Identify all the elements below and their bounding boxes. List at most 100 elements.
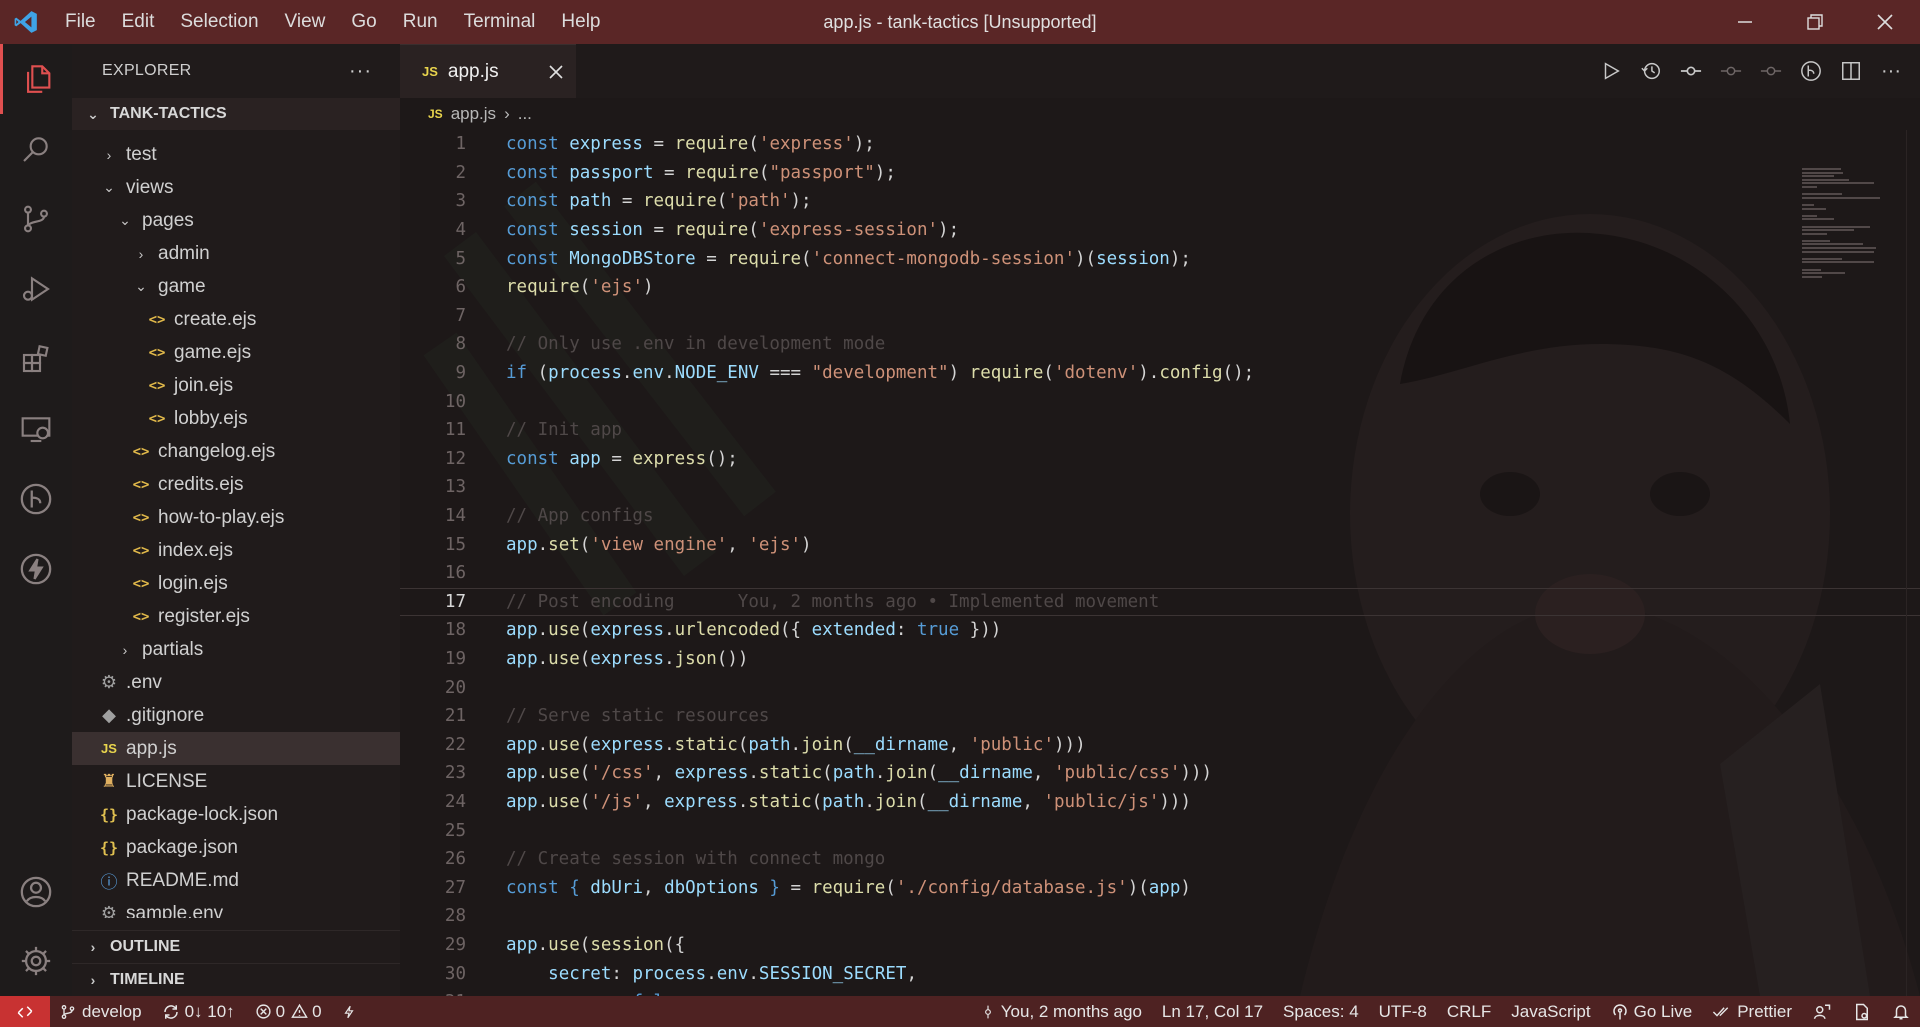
previous-revision-button[interactable] [1718,58,1744,84]
code-line[interactable]: 24 app.use('/js', express.static(path.joi… [400,788,1920,817]
code-editor[interactable]: 1 const express = require('express'); 2 con… [400,130,1920,996]
open-changes-button[interactable] [1638,58,1664,84]
tree-file[interactable]: ◆ .gitignore [72,699,400,732]
broadcast-status[interactable] [1842,996,1882,1027]
tree-file[interactable]: <> create.ejs [72,303,400,336]
code-line[interactable]: 7 [400,302,1920,331]
close-tab-button[interactable] [536,64,576,79]
code-line[interactable]: 4 const session = require('express-sessio… [400,216,1920,245]
tree-file[interactable]: ⚙ sample.env [72,897,400,919]
tree-file[interactable]: ♜ LICENSE [72,765,400,798]
code-line[interactable]: 14 // App configs [400,502,1920,531]
tree-file[interactable]: <> join.ejs [72,369,400,402]
toggle-blame-button[interactable] [1798,58,1824,84]
tree-file[interactable]: ⚙ .env [72,666,400,699]
code-line[interactable]: 25 [400,816,1920,845]
menu-selection[interactable]: Selection [167,0,271,44]
code-line[interactable]: 11 // Init app [400,416,1920,445]
tree-folder[interactable]: › test [72,138,400,171]
thunder-status[interactable] [332,996,366,1027]
code-line[interactable]: 15 app.set('view engine', 'ejs') [400,530,1920,559]
source-control-activity-button[interactable] [0,184,72,254]
tree-file[interactable]: <> index.ejs [72,534,400,567]
code-line[interactable]: 21 // Serve static resources [400,702,1920,731]
menu-help[interactable]: Help [548,0,613,44]
menu-file[interactable]: File [52,0,109,44]
minimize-button[interactable] [1710,0,1780,44]
tree-file[interactable]: <> how-to-play.ejs [72,501,400,534]
breadcrumb-symbol[interactable]: ... [518,104,532,124]
menu-go[interactable]: Go [338,0,389,44]
timeline-section-header[interactable]: › TIMELINE [72,963,400,996]
code-line[interactable]: 3 const path = require('path'); [400,187,1920,216]
tree-folder[interactable]: ⌄ views [72,171,400,204]
split-editor-button[interactable] [1838,58,1864,84]
git-graph-activity-button[interactable] [0,464,72,534]
breadcrumb-file[interactable]: app.js [451,104,496,124]
tree-file[interactable]: JS app.js [72,732,400,765]
search-activity-button[interactable] [0,114,72,184]
code-line[interactable]: 12 const app = express(); [400,445,1920,474]
code-line[interactable]: 26 // Create session with connect mongo [400,845,1920,874]
outline-section-header[interactable]: › OUTLINE [72,930,400,963]
tree-file[interactable]: {} package.json [72,831,400,864]
code-line[interactable]: 22 app.use(express.static(path.join(__dir… [400,730,1920,759]
next-revision-button[interactable] [1758,58,1784,84]
accounts-button[interactable] [0,857,72,927]
code-line[interactable]: 5 const MongoDBStore = require('connect-m… [400,244,1920,273]
code-line[interactable]: 13 [400,473,1920,502]
tree-file[interactable]: <> game.ejs [72,336,400,369]
code-line[interactable]: 16 [400,559,1920,588]
code-line[interactable]: 2 const passport = require("passport"); [400,159,1920,188]
minimap[interactable] [1802,168,1902,328]
git-branch-status[interactable]: develop [50,996,152,1027]
notifications-status[interactable] [1882,996,1920,1027]
code-line[interactable]: 10 [400,387,1920,416]
code-line[interactable]: 1 const express = require('express'); [400,130,1920,159]
remote-indicator-button[interactable] [0,996,50,1027]
tree-folder[interactable]: › partials [72,633,400,666]
tree-file[interactable]: <> login.ejs [72,567,400,600]
cursor-position-status[interactable]: Ln 17, Col 17 [1152,996,1273,1027]
code-line[interactable]: 17// Post encoding You, 2 months ago • I… [400,587,1920,617]
language-mode-status[interactable]: JavaScript [1501,996,1600,1027]
close-window-button[interactable] [1850,0,1920,44]
tree-file[interactable]: <> register.ejs [72,600,400,633]
workspace-section-header[interactable]: ⌄ TANK-TACTICS [72,98,400,130]
eol-status[interactable]: CRLF [1437,996,1501,1027]
tree-folder[interactable]: › admin [72,237,400,270]
go-live-status[interactable]: Go Live [1601,996,1703,1027]
problems-status[interactable]: 0 0 [245,996,332,1027]
restore-button[interactable] [1780,0,1850,44]
prettier-status[interactable]: Prettier [1702,996,1802,1027]
menu-terminal[interactable]: Terminal [451,0,549,44]
live-share-status[interactable] [1802,996,1842,1027]
git-blame-status[interactable]: You, 2 months ago [971,996,1152,1027]
code-line[interactable]: 30 secret: process.env.SESSION_SECRET, [400,959,1920,988]
code-line[interactable]: 9 if (process.env.NODE_ENV === "developme… [400,359,1920,388]
code-line[interactable]: 19 app.use(express.json()) [400,645,1920,674]
compare-previous-button[interactable] [1678,58,1704,84]
tree-file[interactable]: <> credits.ejs [72,468,400,501]
tree-folder[interactable]: ⌄ pages [72,204,400,237]
thunder-client-activity-button[interactable] [0,534,72,604]
tree-folder[interactable]: ⌄ game [72,270,400,303]
tree-file[interactable]: ⓘ README.md [72,864,400,897]
menu-view[interactable]: View [272,0,339,44]
tab-app-js[interactable]: JS app.js [400,44,576,98]
tree-file[interactable]: <> lobby.ejs [72,402,400,435]
sync-status[interactable]: 0↓ 10↑ [152,996,245,1027]
code-line[interactable]: 23 app.use('/css', express.static(path.jo… [400,759,1920,788]
code-line[interactable]: 27 const { dbUri, dbOptions } = require('… [400,873,1920,902]
manage-button[interactable] [0,926,72,996]
code-line[interactable]: 20 [400,673,1920,702]
encoding-status[interactable]: UTF-8 [1369,996,1437,1027]
menu-edit[interactable]: Edit [109,0,168,44]
editor-scrollbar[interactable] [1906,130,1920,996]
code-line[interactable]: 28 [400,902,1920,931]
run-debug-activity-button[interactable] [0,254,72,324]
menu-run[interactable]: Run [390,0,451,44]
code-line[interactable]: 31 resave: false, [400,988,1920,996]
more-actions-icon[interactable]: ··· [349,60,372,83]
code-line[interactable]: 18 app.use(express.urlencoded({ extended:… [400,616,1920,645]
